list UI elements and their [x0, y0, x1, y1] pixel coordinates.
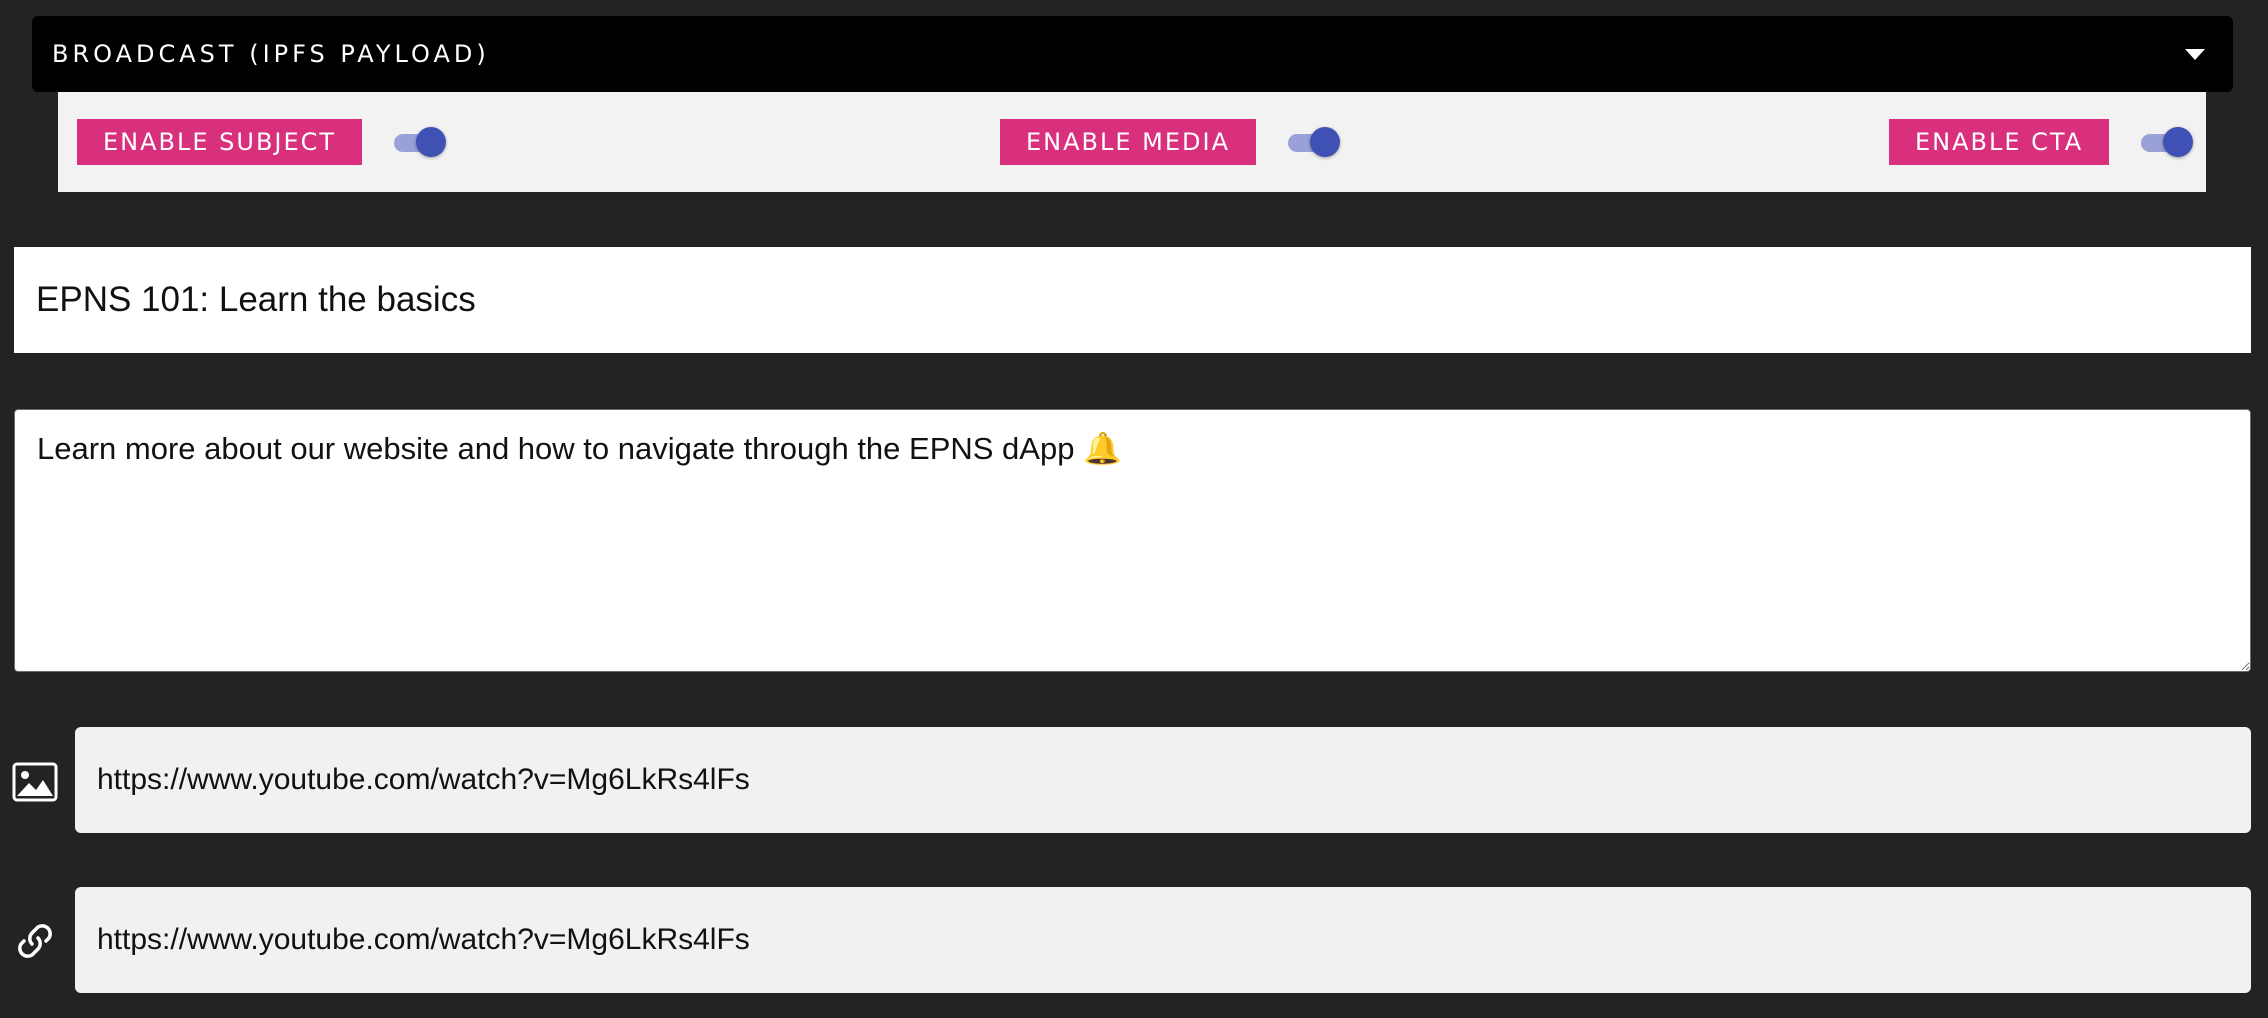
image-icon	[12, 762, 58, 802]
subject-toggle-switch[interactable]	[392, 125, 450, 159]
broadcast-dropdown-header[interactable]: BROADCAST (IPFS PAYLOAD)	[32, 16, 2233, 92]
toggle-group-subject: ENABLE SUBJECT	[77, 119, 450, 165]
message-textarea[interactable]: Learn more about our website and how to …	[14, 409, 2251, 672]
subject-toggle-knob[interactable]	[416, 127, 447, 157]
enable-media-button[interactable]: ENABLE MEDIA	[1000, 119, 1257, 165]
enable-subject-button[interactable]: ENABLE SUBJECT	[77, 119, 363, 165]
enable-cta-button[interactable]: ENABLE CTA	[1889, 119, 2110, 165]
link-icon	[18, 924, 52, 958]
cta-url-input[interactable]	[75, 887, 2251, 993]
media-toggle-switch[interactable]	[1286, 125, 1344, 159]
media-url-input[interactable]	[75, 727, 2251, 833]
cta-toggle-knob[interactable]	[2163, 127, 2194, 157]
cta-toggle-switch[interactable]	[2139, 125, 2197, 159]
broadcast-title: BROADCAST (IPFS PAYLOAD)	[52, 40, 490, 68]
toggle-group-cta: ENABLE CTA	[1889, 119, 2197, 165]
caret-down-icon[interactable]	[2185, 48, 2205, 60]
toggle-group-media: ENABLE MEDIA	[1000, 119, 1344, 165]
toggle-bar: ENABLE SUBJECT ENABLE MEDIA ENABLE CTA	[58, 92, 2206, 192]
media-toggle-knob[interactable]	[1310, 127, 1341, 157]
subject-input[interactable]	[14, 247, 2251, 353]
